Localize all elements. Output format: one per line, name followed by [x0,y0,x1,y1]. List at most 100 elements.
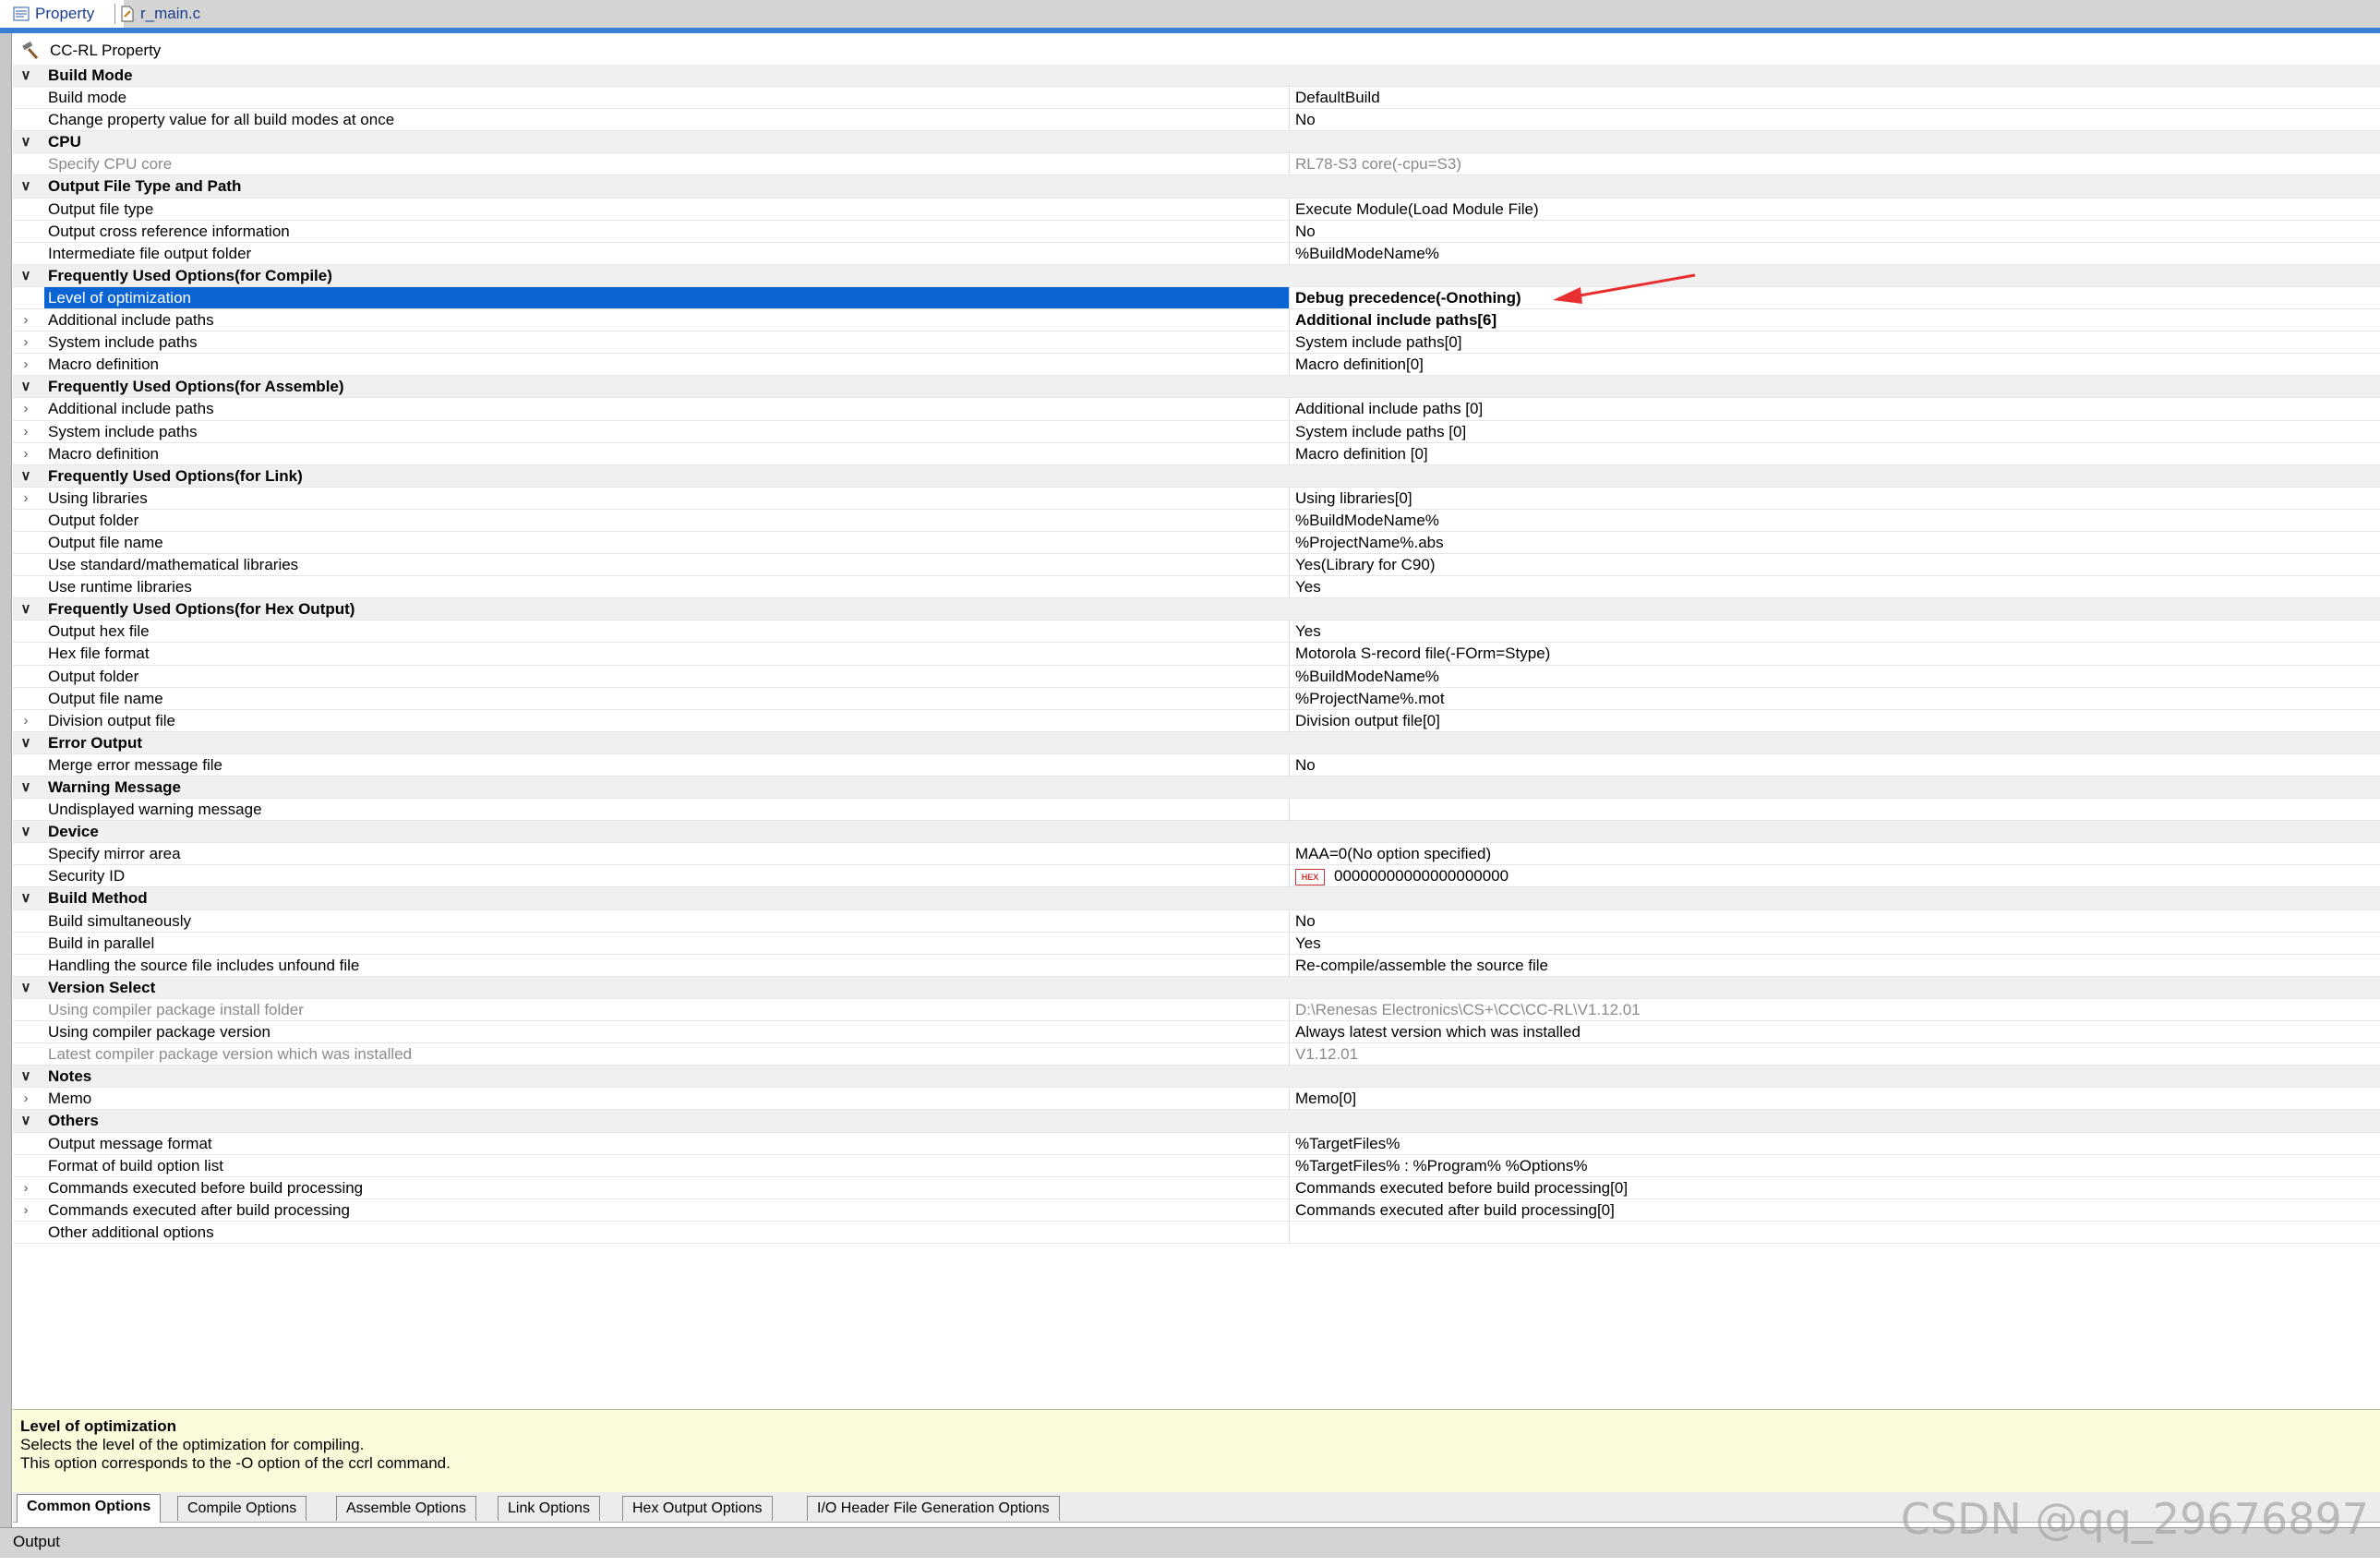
property-value[interactable]: Macro definition[0] [1295,354,1424,375]
property-row[interactable]: › System include paths System include path… [13,420,2380,443]
property-row[interactable]: Level of optimization Debug precedence(-O… [13,286,2380,310]
collapse-chevron-icon[interactable]: ∨ [17,777,35,798]
expand-chevron-icon[interactable]: › [17,1199,35,1221]
property-row[interactable]: Hex file format Motorola S-record file(-F… [13,643,2380,666]
property-value[interactable]: System include paths[0] [1295,331,1461,353]
property-row[interactable]: Change property value for all build mode… [13,109,2380,132]
property-row[interactable]: › Commands executed before build processi… [13,1176,2380,1199]
collapse-chevron-icon[interactable]: ∨ [17,732,35,753]
property-row[interactable]: Output file name %ProjectName%.mot [13,687,2380,710]
expand-chevron-icon[interactable]: › [17,1088,35,1109]
property-row[interactable]: Specify CPU core RL78-S3 core(-cpu=S3) [13,153,2380,176]
property-value[interactable]: Additional include paths [0] [1295,398,1483,419]
expand-chevron-icon[interactable]: › [17,309,35,331]
property-value[interactable]: Division output file[0] [1295,710,1440,731]
property-value[interactable]: %TargetFiles% : %Program% %Options% [1295,1155,1588,1176]
property-row[interactable]: Use standard/mathematical libraries Yes(L… [13,554,2380,577]
expand-chevron-icon[interactable]: › [17,488,35,509]
property-value[interactable]: Yes(Library for C90) [1295,554,1436,575]
collapse-chevron-icon[interactable]: ∨ [17,465,35,487]
category-row[interactable]: ∨ Build Method [13,887,2380,910]
property-row[interactable]: Other additional options [13,1221,2380,1244]
property-row[interactable]: Specify mirror area MAA=0(No option speci… [13,843,2380,866]
property-row[interactable]: › Macro definition Macro definition[0] [13,354,2380,377]
property-value[interactable]: %TargetFiles% [1295,1133,1400,1154]
property-row[interactable]: Intermediate file output folder %BuildMod… [13,242,2380,265]
property-value[interactable]: Yes [1295,576,1321,597]
property-row[interactable]: Build simultaneously No [13,909,2380,933]
expand-chevron-icon[interactable]: › [17,443,35,464]
tab-hex-output-options[interactable]: Hex Output Options [622,1496,773,1521]
property-value[interactable]: Macro definition [0] [1295,443,1428,464]
property-value[interactable]: MAA=0(No option specified) [1295,843,1491,864]
property-value[interactable]: %BuildModeName% [1295,666,1439,687]
property-row[interactable]: › Using libraries Using libraries[0] [13,487,2380,510]
property-row[interactable]: Merge error message file No [13,753,2380,777]
property-value[interactable]: No [1295,221,1316,242]
property-value[interactable]: Re-compile/assemble the source file [1295,955,1548,976]
property-row[interactable]: › Macro definition Macro definition [0] [13,442,2380,465]
collapse-chevron-icon[interactable]: ∨ [17,131,35,152]
property-value[interactable]: No [1295,109,1316,130]
property-row[interactable]: Security ID HEX 00000000000000000000 [13,865,2380,888]
property-row[interactable]: Output folder %BuildModeName% [13,665,2380,688]
property-value[interactable]: Commands executed before build processin… [1295,1177,1628,1199]
category-row[interactable]: ∨ Frequently Used Options(for Compile) [13,264,2380,287]
property-value[interactable]: Execute Module(Load Module File) [1295,199,1539,220]
collapse-chevron-icon[interactable]: ∨ [17,265,35,286]
category-row[interactable]: ∨ Error Output [13,731,2380,754]
property-value[interactable]: Memo[0] [1295,1088,1356,1109]
tab-common-options[interactable]: Common Options [17,1494,162,1523]
tab-compile-options[interactable]: Compile Options [177,1496,307,1521]
collapse-chevron-icon[interactable]: ∨ [17,598,35,620]
property-value[interactable]: Yes [1295,933,1321,954]
category-row[interactable]: ∨ Notes [13,1066,2380,1089]
property-row[interactable]: Latest compiler package version which wa… [13,1043,2380,1066]
property-value[interactable]: %BuildModeName% [1295,510,1439,531]
collapse-chevron-icon[interactable]: ∨ [17,1110,35,1131]
tab-io-header-file-generation-options[interactable]: I/O Header File Generation Options [807,1496,1060,1521]
category-row[interactable]: ∨ Warning Message [13,777,2380,800]
property-row[interactable]: Using compiler package version Always lat… [13,1021,2380,1044]
category-row[interactable]: ∨ Output File Type and Path [13,175,2380,199]
category-row[interactable]: ∨ Frequently Used Options(for Link) [13,464,2380,488]
property-row[interactable]: › Additional include paths Additional incl… [13,398,2380,421]
property-value[interactable]: Commands executed after build processing… [1295,1199,1615,1221]
category-row[interactable]: ∨ Frequently Used Options(for Assemble) [13,376,2380,399]
property-row[interactable]: › Additional include paths Additional incl… [13,309,2380,332]
property-value[interactable]: %ProjectName%.mot [1295,688,1445,709]
expand-chevron-icon[interactable]: › [17,331,35,353]
property-value[interactable]: V1.12.01 [1295,1043,1358,1065]
collapse-chevron-icon[interactable]: ∨ [17,977,35,998]
property-row[interactable]: Build mode DefaultBuild [13,87,2380,110]
property-row[interactable]: Use runtime libraries Yes [13,576,2380,599]
property-value[interactable]: Additional include paths[6] [1295,309,1497,331]
property-value[interactable]: Motorola S-record file(-FOrm=Stype) [1295,643,1550,664]
property-row[interactable]: Output folder %BuildModeName% [13,509,2380,532]
property-row[interactable]: Output cross reference information No [13,220,2380,243]
collapse-chevron-icon[interactable]: ∨ [17,65,35,86]
property-row[interactable]: Using compiler package install folder D:\… [13,998,2380,1022]
property-value[interactable]: %BuildModeName% [1295,243,1439,264]
property-row[interactable]: Output message format %TargetFiles% [13,1132,2380,1155]
property-value[interactable]: No [1295,754,1316,776]
property-value[interactable]: Always latest version which was installe… [1295,1021,1581,1042]
property-value[interactable]: %ProjectName%.abs [1295,532,1444,553]
property-value[interactable]: DefaultBuild [1295,87,1380,108]
property-value[interactable]: Using libraries[0] [1295,488,1412,509]
property-row[interactable]: › Memo Memo[0] [13,1088,2380,1111]
property-value[interactable]: HEX 00000000000000000000 [1295,865,1509,886]
tab-property[interactable]: Property [0,0,124,28]
property-value[interactable]: Yes [1295,620,1321,642]
collapse-chevron-icon[interactable]: ∨ [17,1066,35,1087]
property-row[interactable]: › Commands executed after build processin… [13,1199,2380,1222]
expand-chevron-icon[interactable]: › [17,710,35,731]
tab-assemble-options[interactable]: Assemble Options [336,1496,476,1521]
tab-link-options[interactable]: Link Options [498,1496,600,1521]
category-row[interactable]: ∨ CPU [13,131,2380,154]
property-row[interactable]: Output hex file Yes [13,620,2380,644]
property-value[interactable]: RL78-S3 core(-cpu=S3) [1295,153,1461,175]
property-value[interactable]: No [1295,910,1316,932]
collapse-chevron-icon[interactable]: ∨ [17,175,35,197]
expand-chevron-icon[interactable]: › [17,421,35,442]
